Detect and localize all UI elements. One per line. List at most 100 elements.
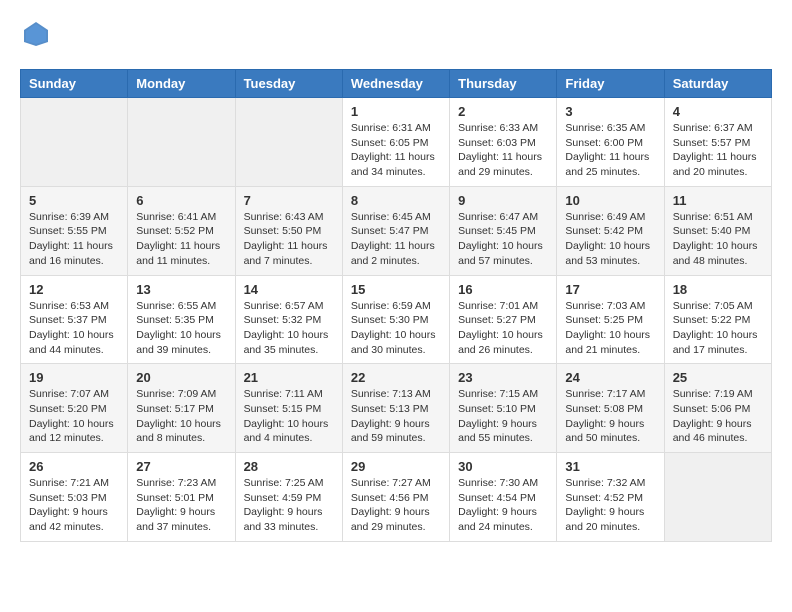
day-info: Sunrise: 6:43 AM Sunset: 5:50 PM Dayligh… [244,210,334,269]
day-info: Sunrise: 7:21 AM Sunset: 5:03 PM Dayligh… [29,476,119,535]
calendar-cell: 22 Sunrise: 7:13 AM Sunset: 5:13 PM Dayli… [342,364,449,453]
day-info: Sunrise: 6:39 AM Sunset: 5:55 PM Dayligh… [29,210,119,269]
logo-text [20,20,50,53]
day-info: Sunrise: 7:30 AM Sunset: 4:54 PM Dayligh… [458,476,548,535]
day-number: 23 [458,370,548,385]
calendar-cell: 13 Sunrise: 6:55 AM Sunset: 5:35 PM Dayli… [128,275,235,364]
calendar-cell: 4 Sunrise: 6:37 AM Sunset: 5:57 PM Daylig… [664,98,771,187]
day-number: 19 [29,370,119,385]
day-info: Sunrise: 7:17 AM Sunset: 5:08 PM Dayligh… [565,387,655,446]
calendar-cell: 14 Sunrise: 6:57 AM Sunset: 5:32 PM Dayli… [235,275,342,364]
calendar-cell: 2Sunrise: 6:33 AM Sunset: 6:03 PM Daylig… [450,98,557,187]
column-header-tuesday: Tuesday [235,70,342,98]
day-number: 3 [565,104,655,119]
day-number: 14 [244,282,334,297]
day-info: Sunrise: 6:59 AM Sunset: 5:30 PM Dayligh… [351,299,441,358]
calendar-cell: 17 Sunrise: 7:03 AM Sunset: 5:25 PM Dayli… [557,275,664,364]
calendar-week-row: 1 Sunrise: 6:31 AM Sunset: 6:05 PM Daylig… [21,98,772,187]
calendar-table: SundayMondayTuesdayWednesdayThursdayFrid… [20,69,772,542]
day-info: Sunrise: 7:01 AM Sunset: 5:27 PM Dayligh… [458,299,548,358]
calendar-week-row: 5Sunrise: 6:39 AM Sunset: 5:55 PM Daylig… [21,186,772,275]
logo [20,20,50,53]
calendar-cell: 19Sunrise: 7:07 AM Sunset: 5:20 PM Dayli… [21,364,128,453]
calendar-cell: 3 Sunrise: 6:35 AM Sunset: 6:00 PM Daylig… [557,98,664,187]
day-number: 16 [458,282,548,297]
day-number: 20 [136,370,226,385]
day-info: Sunrise: 7:11 AM Sunset: 5:15 PM Dayligh… [244,387,334,446]
calendar-week-row: 26 Sunrise: 7:21 AM Sunset: 5:03 PM Dayli… [21,453,772,542]
calendar-cell: 9 Sunrise: 6:47 AM Sunset: 5:45 PM Daylig… [450,186,557,275]
calendar-cell [664,453,771,542]
day-info: Sunrise: 6:57 AM Sunset: 5:32 PM Dayligh… [244,299,334,358]
day-info: Sunrise: 7:09 AM Sunset: 5:17 PM Dayligh… [136,387,226,446]
day-number: 12 [29,282,119,297]
day-number: 17 [565,282,655,297]
calendar-cell: 1 Sunrise: 6:31 AM Sunset: 6:05 PM Daylig… [342,98,449,187]
calendar-cell: 27 Sunrise: 7:23 AM Sunset: 5:01 PM Dayli… [128,453,235,542]
day-number: 4 [673,104,763,119]
calendar-cell: 28 Sunrise: 7:25 AM Sunset: 4:59 PM Dayli… [235,453,342,542]
calendar-week-row: 19Sunrise: 7:07 AM Sunset: 5:20 PM Dayli… [21,364,772,453]
calendar-cell: 21 Sunrise: 7:11 AM Sunset: 5:15 PM Dayli… [235,364,342,453]
day-info: Sunrise: 7:32 AM Sunset: 4:52 PM Dayligh… [565,476,655,535]
day-number: 30 [458,459,548,474]
calendar-cell: 26 Sunrise: 7:21 AM Sunset: 5:03 PM Dayli… [21,453,128,542]
day-info: Sunrise: 7:23 AM Sunset: 5:01 PM Dayligh… [136,476,226,535]
day-number: 8 [351,193,441,208]
calendar-cell: 12Sunrise: 6:53 AM Sunset: 5:37 PM Dayli… [21,275,128,364]
calendar-cell [235,98,342,187]
day-number: 11 [673,193,763,208]
calendar-cell: 15 Sunrise: 6:59 AM Sunset: 5:30 PM Dayli… [342,275,449,364]
day-number: 2 [458,104,548,119]
day-number: 9 [458,193,548,208]
day-info: Sunrise: 6:51 AM Sunset: 5:40 PM Dayligh… [673,210,763,269]
calendar-cell: 23 Sunrise: 7:15 AM Sunset: 5:10 PM Dayli… [450,364,557,453]
day-number: 6 [136,193,226,208]
day-number: 10 [565,193,655,208]
calendar-cell: 5Sunrise: 6:39 AM Sunset: 5:55 PM Daylig… [21,186,128,275]
day-info: Sunrise: 6:49 AM Sunset: 5:42 PM Dayligh… [565,210,655,269]
day-info: Sunrise: 7:13 AM Sunset: 5:13 PM Dayligh… [351,387,441,446]
logo-icon [22,20,50,48]
day-info: Sunrise: 7:25 AM Sunset: 4:59 PM Dayligh… [244,476,334,535]
day-number: 15 [351,282,441,297]
day-number: 7 [244,193,334,208]
day-number: 26 [29,459,119,474]
day-number: 18 [673,282,763,297]
column-header-monday: Monday [128,70,235,98]
day-info: Sunrise: 6:45 AM Sunset: 5:47 PM Dayligh… [351,210,441,269]
day-number: 22 [351,370,441,385]
calendar-cell: 29Sunrise: 7:27 AM Sunset: 4:56 PM Dayli… [342,453,449,542]
day-number: 31 [565,459,655,474]
calendar-cell: 8 Sunrise: 6:45 AM Sunset: 5:47 PM Daylig… [342,186,449,275]
day-number: 1 [351,104,441,119]
day-info: Sunrise: 7:03 AM Sunset: 5:25 PM Dayligh… [565,299,655,358]
calendar-cell: 11 Sunrise: 6:51 AM Sunset: 5:40 PM Dayli… [664,186,771,275]
day-info: Sunrise: 7:15 AM Sunset: 5:10 PM Dayligh… [458,387,548,446]
calendar-cell [128,98,235,187]
calendar-cell: 31 Sunrise: 7:32 AM Sunset: 4:52 PM Dayli… [557,453,664,542]
calendar-cell: 10 Sunrise: 6:49 AM Sunset: 5:42 PM Dayli… [557,186,664,275]
day-info: Sunrise: 6:47 AM Sunset: 5:45 PM Dayligh… [458,210,548,269]
calendar-cell: 20 Sunrise: 7:09 AM Sunset: 5:17 PM Dayli… [128,364,235,453]
day-info: Sunrise: 7:27 AM Sunset: 4:56 PM Dayligh… [351,476,441,535]
day-number: 27 [136,459,226,474]
calendar-cell: 6 Sunrise: 6:41 AM Sunset: 5:52 PM Daylig… [128,186,235,275]
day-info: Sunrise: 7:05 AM Sunset: 5:22 PM Dayligh… [673,299,763,358]
day-info: Sunrise: 6:37 AM Sunset: 5:57 PM Dayligh… [673,121,763,180]
column-header-saturday: Saturday [664,70,771,98]
day-number: 25 [673,370,763,385]
day-info: Sunrise: 6:31 AM Sunset: 6:05 PM Dayligh… [351,121,441,180]
day-number: 21 [244,370,334,385]
day-number: 13 [136,282,226,297]
day-info: Sunrise: 6:41 AM Sunset: 5:52 PM Dayligh… [136,210,226,269]
day-number: 28 [244,459,334,474]
column-header-friday: Friday [557,70,664,98]
day-info: Sunrise: 6:55 AM Sunset: 5:35 PM Dayligh… [136,299,226,358]
day-info: Sunrise: 6:35 AM Sunset: 6:00 PM Dayligh… [565,121,655,180]
column-header-thursday: Thursday [450,70,557,98]
calendar-cell: 24Sunrise: 7:17 AM Sunset: 5:08 PM Dayli… [557,364,664,453]
page-header [20,20,772,53]
calendar-header-row: SundayMondayTuesdayWednesdayThursdayFrid… [21,70,772,98]
day-info: Sunrise: 7:19 AM Sunset: 5:06 PM Dayligh… [673,387,763,446]
